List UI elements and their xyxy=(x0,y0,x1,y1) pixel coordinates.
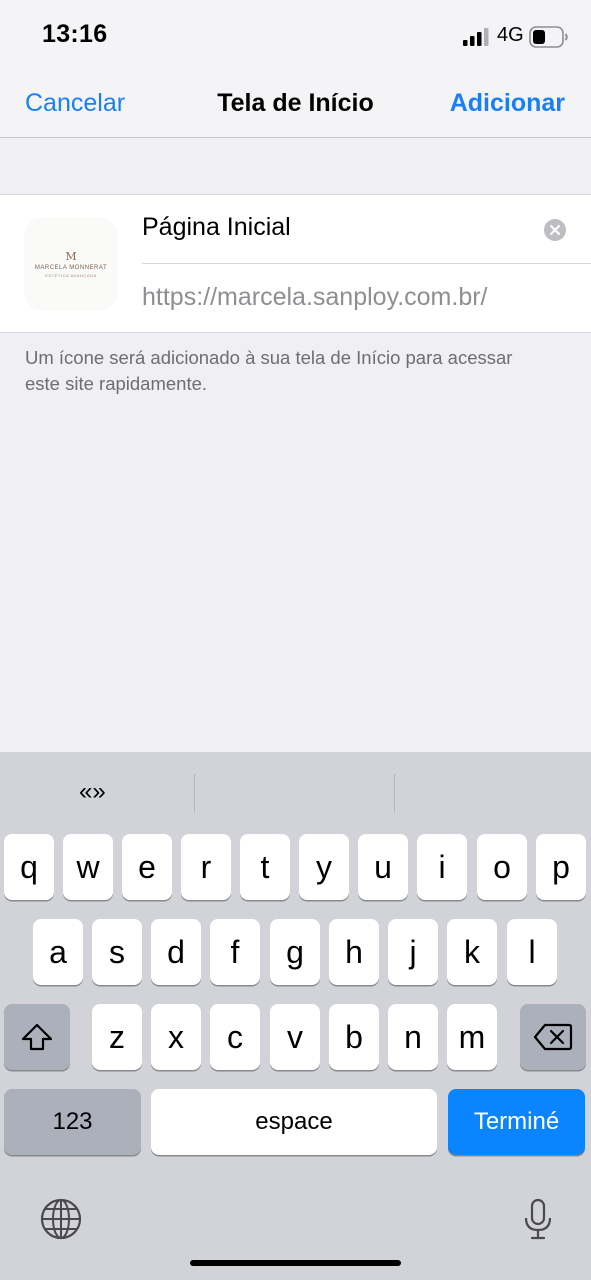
field-divider xyxy=(142,263,591,264)
add-button[interactable]: Adicionar xyxy=(450,89,565,118)
key-label: Terminé xyxy=(473,1108,560,1135)
numbers-key[interactable]: 123 xyxy=(4,1089,141,1155)
key-label: a xyxy=(49,934,67,970)
key-i[interactable]: i xyxy=(417,834,467,900)
key-label: o xyxy=(493,849,511,885)
key-l[interactable]: l xyxy=(507,919,557,985)
key-label: j xyxy=(409,934,417,970)
done-key[interactable]: Terminé xyxy=(448,1089,585,1155)
key-label: p xyxy=(552,849,570,885)
status-bar: 13:16 4G xyxy=(0,0,591,72)
logo-tagline: ESTÉTICA AVANÇADA xyxy=(45,273,97,278)
key-u[interactable]: u xyxy=(358,834,408,900)
key-label: b xyxy=(345,1019,363,1055)
key-v[interactable]: v xyxy=(270,1004,320,1070)
key-q[interactable]: q xyxy=(4,834,54,900)
microphone-icon[interactable] xyxy=(523,1198,553,1240)
key-label: l xyxy=(528,934,536,970)
key-g[interactable]: g xyxy=(270,919,320,985)
suggestion-divider xyxy=(394,774,395,812)
key-label: q xyxy=(20,849,38,885)
key-f[interactable]: f xyxy=(210,919,260,985)
status-time: 13:16 xyxy=(42,20,108,48)
key-k[interactable]: k xyxy=(447,919,497,985)
clear-circle-icon[interactable] xyxy=(544,219,566,241)
key-label: e xyxy=(138,849,156,885)
globe-icon[interactable] xyxy=(40,1198,82,1240)
bookmark-url: https://marcela.sanploy.com.br/ xyxy=(142,283,488,311)
key-j[interactable]: j xyxy=(388,919,438,985)
backspace-icon xyxy=(533,1023,573,1051)
key-p[interactable]: p xyxy=(536,834,586,900)
key-label: f xyxy=(230,934,240,970)
logo-name: MARCELA MONNERAT xyxy=(34,265,108,271)
key-label: espace xyxy=(255,1108,333,1135)
key-c[interactable]: c xyxy=(210,1004,260,1070)
home-indicator[interactable] xyxy=(190,1260,401,1266)
navigation-bar: Tela de Início Cancelar Adicionar xyxy=(0,72,591,138)
network-type: 4G xyxy=(497,24,524,46)
bookmark-form: M MARCELA MONNERAT ESTÉTICA AVANÇADA htt… xyxy=(0,194,591,333)
key-label: w xyxy=(76,849,100,885)
key-label: m xyxy=(458,1019,486,1055)
suggestion-item[interactable]: «» xyxy=(79,778,106,806)
key-b[interactable]: b xyxy=(329,1004,379,1070)
key-z[interactable]: z xyxy=(92,1004,142,1070)
key-n[interactable]: n xyxy=(388,1004,438,1070)
shift-key[interactable] xyxy=(4,1004,70,1070)
space-key[interactable]: espace xyxy=(151,1089,437,1155)
key-y[interactable]: y xyxy=(299,834,349,900)
key-a[interactable]: a xyxy=(33,919,83,985)
key-d[interactable]: d xyxy=(151,919,201,985)
keyboard: «» q w e r t y u i o p a s d f g h j k l… xyxy=(0,752,591,1280)
backspace-key[interactable] xyxy=(520,1004,586,1070)
key-h[interactable]: h xyxy=(329,919,379,985)
suggestion-divider xyxy=(194,774,195,812)
key-label: y xyxy=(316,849,332,885)
key-label: h xyxy=(345,934,363,970)
key-x[interactable]: x xyxy=(151,1004,201,1070)
shift-icon xyxy=(21,1023,53,1051)
hint-text: Um ícone será adicionado à sua tela de I… xyxy=(25,347,513,394)
key-label: s xyxy=(109,934,125,970)
key-label: k xyxy=(464,934,480,970)
key-label: z xyxy=(109,1019,125,1055)
key-m[interactable]: m xyxy=(447,1004,497,1070)
key-label: n xyxy=(404,1019,422,1055)
key-t[interactable]: t xyxy=(240,834,290,900)
suggestion-bar: «» xyxy=(0,752,591,834)
key-label: u xyxy=(374,849,392,885)
logo-mark: M xyxy=(65,250,77,263)
key-label: g xyxy=(286,934,304,970)
key-label: d xyxy=(167,934,185,970)
key-o[interactable]: o xyxy=(477,834,527,900)
key-label: x xyxy=(168,1019,184,1055)
cancel-button[interactable]: Cancelar xyxy=(25,89,125,118)
key-e[interactable]: e xyxy=(122,834,172,900)
key-label: v xyxy=(287,1019,303,1055)
key-s[interactable]: s xyxy=(92,919,142,985)
key-r[interactable]: r xyxy=(181,834,231,900)
key-label: 123 xyxy=(52,1108,93,1135)
key-label: c xyxy=(227,1019,243,1055)
key-label: r xyxy=(200,849,212,885)
key-w[interactable]: w xyxy=(63,834,113,900)
battery-icon xyxy=(529,26,568,48)
key-label: t xyxy=(260,849,270,885)
bookmark-name-input[interactable] xyxy=(142,213,522,242)
key-label: i xyxy=(438,849,446,885)
site-icon-preview: M MARCELA MONNERAT ESTÉTICA AVANÇADA xyxy=(24,217,118,311)
signal-icon xyxy=(463,28,489,46)
